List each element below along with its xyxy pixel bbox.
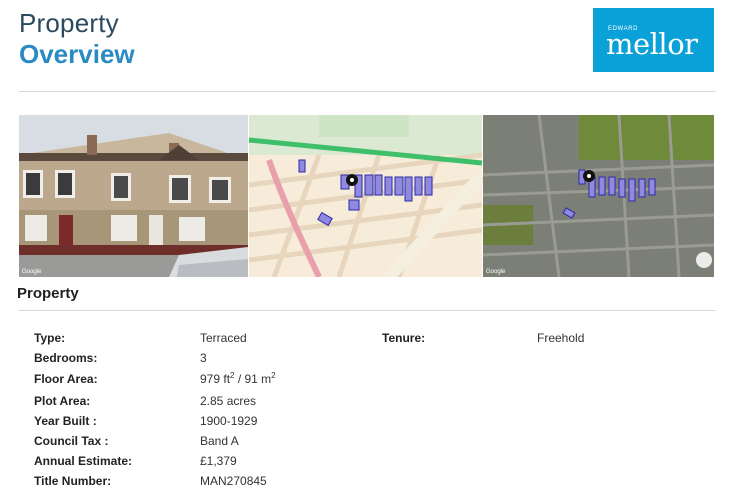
street-map <box>248 115 487 277</box>
bedrooms-label: Bedrooms: <box>34 351 98 365</box>
floor-area-value: 979 ft2 / 91 m2 <box>200 371 276 387</box>
plot-area-label: Plot Area: <box>34 394 91 408</box>
satellite-map <box>482 115 714 277</box>
section-divider <box>19 310 716 311</box>
title-number-value: MAN270845 <box>200 474 267 488</box>
tenure-label: Tenure: <box>382 331 426 345</box>
annual-estimate-value: £1,379 <box>200 454 237 468</box>
council-tax-value: Band A <box>200 434 239 448</box>
title-number-label: Title Number: <box>34 474 112 488</box>
street-photo <box>19 115 248 277</box>
satellite-watermark: Google <box>486 269 506 275</box>
header-divider <box>19 91 716 92</box>
brand-logo: EDWARD mellor <box>593 8 714 72</box>
page-title-line1: Property <box>19 8 119 38</box>
page-title-line2: Overview <box>19 39 135 69</box>
annual-estimate-label: Annual Estimate: <box>34 454 133 468</box>
section-title: Property <box>17 285 79 302</box>
council-tax-label: Council Tax : <box>34 434 109 448</box>
plot-area-value: 2.85 acres <box>200 394 257 408</box>
tenure-value: Freehold <box>537 331 585 345</box>
floor-area-label: Floor Area: <box>34 372 98 386</box>
year-built-value: 1900-1929 <box>200 414 258 428</box>
logo-wordmark: mellor <box>606 27 698 61</box>
year-built-label: Year Built : <box>34 414 97 428</box>
property-images: Google Google <box>19 115 714 277</box>
type-label: Type: <box>34 331 66 345</box>
street-photo-watermark: Google <box>22 269 42 275</box>
bedrooms-value: 3 <box>200 351 207 365</box>
type-value: Terraced <box>200 331 247 345</box>
